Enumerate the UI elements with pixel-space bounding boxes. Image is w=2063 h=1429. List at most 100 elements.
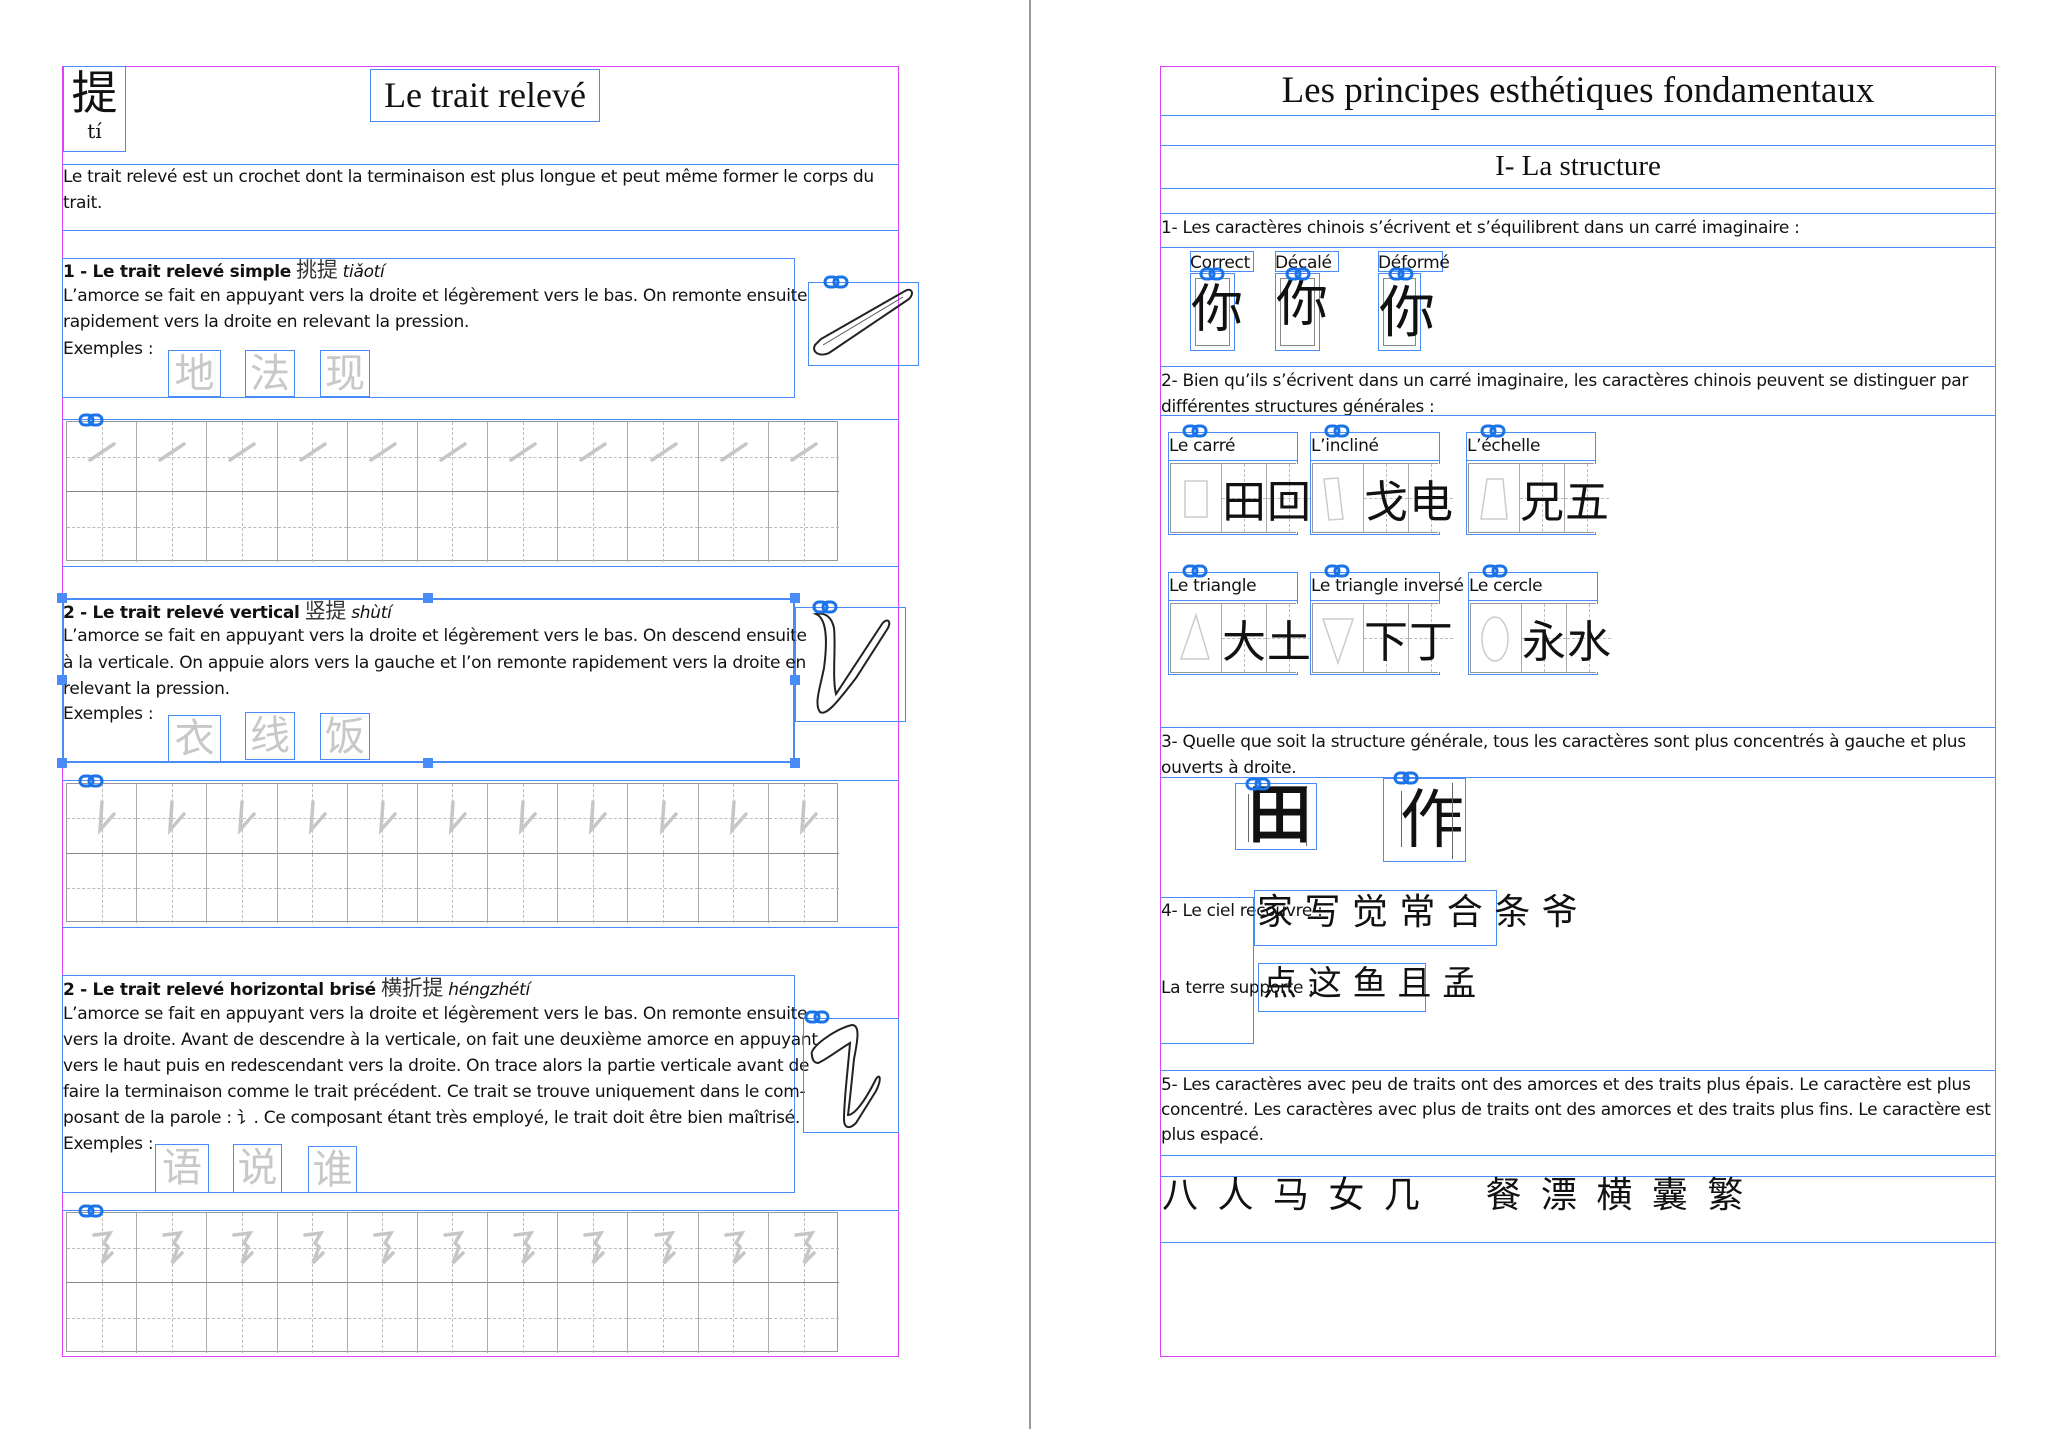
variant-char-box[interactable]: 你 (1378, 273, 1435, 351)
example-char[interactable]: 线 (245, 712, 295, 760)
hanzi-box[interactable]: 提 tí (63, 66, 126, 152)
grid-cell[interactable] (67, 853, 138, 923)
grid-cell[interactable] (698, 853, 769, 923)
structure-box[interactable]: Le carré 田 回 (1168, 432, 1311, 535)
grid-cell[interactable] (417, 784, 489, 854)
grid-cell[interactable] (277, 784, 348, 854)
structure-box[interactable]: L’incliné 戈 电 (1310, 432, 1453, 535)
grid-cell[interactable] (698, 784, 769, 854)
example-char[interactable]: 现 (320, 350, 370, 397)
grid-cell[interactable] (488, 1213, 559, 1283)
variant-char-box[interactable]: 你 (1190, 273, 1243, 351)
grid-cell[interactable] (417, 853, 489, 923)
grid-cell[interactable] (277, 492, 348, 562)
grid-cell[interactable] (347, 1283, 418, 1353)
grid-cell[interactable] (768, 1283, 839, 1353)
grid-cell[interactable] (698, 1213, 769, 1283)
resize-handle[interactable] (423, 758, 433, 768)
grid-cell[interactable] (347, 1213, 418, 1283)
resize-handle[interactable] (790, 758, 800, 768)
grid-cell[interactable] (558, 1283, 629, 1353)
grid-cell[interactable] (628, 422, 699, 492)
grid-cell[interactable] (628, 853, 699, 923)
grid-cell[interactable] (67, 492, 138, 562)
grid-cell[interactable] (67, 422, 138, 492)
grid-cell[interactable] (417, 422, 489, 492)
structure-box[interactable]: Le cercle 永 水 (1468, 572, 1611, 675)
grid-cell[interactable] (768, 853, 839, 923)
grid-cell[interactable] (207, 853, 278, 923)
grid-cell[interactable] (698, 492, 769, 562)
grid-cell[interactable] (768, 422, 839, 492)
grid-cell[interactable] (628, 1283, 699, 1353)
grid-cell[interactable] (558, 422, 629, 492)
grid-cell[interactable] (67, 1213, 138, 1283)
grid-cell[interactable] (277, 1283, 348, 1353)
grid-cell[interactable] (67, 784, 138, 854)
example-char[interactable]: 衣 (168, 715, 221, 763)
grid-cell[interactable] (768, 1213, 839, 1283)
grid-cell[interactable] (417, 1283, 489, 1353)
grid-cell[interactable] (347, 492, 418, 562)
grid-cell[interactable] (488, 1283, 559, 1353)
grid-cell[interactable] (558, 853, 629, 923)
stroke-image-frame[interactable] (803, 1018, 899, 1133)
grid-cell[interactable] (277, 1213, 348, 1283)
structure-box[interactable]: Le triangle 大 土 (1168, 572, 1311, 675)
grid-cell[interactable] (137, 1283, 208, 1353)
structure-box[interactable]: Le triangle inversé 下 丁 (1310, 572, 1464, 675)
resize-handle[interactable] (57, 758, 67, 768)
grid-cell[interactable] (558, 1213, 629, 1283)
grid-cell[interactable] (207, 1213, 278, 1283)
grid-cell[interactable] (137, 422, 208, 492)
example-char[interactable]: 谁 (308, 1146, 357, 1193)
example-char[interactable]: 地 (168, 350, 221, 397)
grid-cell[interactable] (698, 1283, 769, 1353)
stroke-image-frame[interactable] (795, 607, 906, 722)
grid-cell[interactable] (417, 492, 489, 562)
grid-cell[interactable] (347, 853, 418, 923)
grid-cell[interactable] (137, 492, 208, 562)
grid-cell[interactable] (137, 853, 208, 923)
example-char[interactable]: 语 (155, 1144, 209, 1193)
grid-cell[interactable] (347, 784, 418, 854)
variant-char-box[interactable]: 你 (1275, 273, 1328, 351)
concentration-char-box[interactable]: 作 (1383, 778, 1466, 862)
grid-cell[interactable] (768, 784, 839, 854)
grid-cell[interactable] (207, 784, 278, 854)
grid-cell[interactable] (347, 422, 418, 492)
resize-handle[interactable] (423, 593, 433, 603)
grid-cell[interactable] (558, 784, 629, 854)
grid-cell[interactable] (137, 1213, 208, 1283)
grid-cell[interactable] (488, 853, 559, 923)
grid-cell[interactable] (207, 422, 278, 492)
practice-grid-1[interactable] (66, 421, 839, 562)
structure-box[interactable]: L’échelle 兄 五 (1466, 432, 1609, 535)
grid-cell[interactable] (628, 1213, 699, 1283)
grid-cell[interactable] (417, 1213, 489, 1283)
grid-cell[interactable] (628, 784, 699, 854)
grid-cell[interactable] (277, 422, 348, 492)
grid-cell[interactable] (768, 492, 839, 562)
grid-cell[interactable] (698, 422, 769, 492)
practice-grid-3[interactable] (66, 1212, 839, 1353)
concentration-char-box[interactable]: 田 (1235, 780, 1317, 852)
sky-chars-box[interactable]: 家 写 觉 常 合 条 爷 (1254, 890, 1578, 946)
stroke-image-frame[interactable] (808, 282, 919, 366)
grid-cell[interactable] (207, 1283, 278, 1353)
grid-cell[interactable] (488, 784, 559, 854)
grid-cell[interactable] (67, 1283, 138, 1353)
resize-handle[interactable] (790, 593, 800, 603)
example-char[interactable]: 饭 (320, 713, 370, 760)
grid-cell[interactable] (558, 492, 629, 562)
grid-cell[interactable] (488, 492, 559, 562)
grid-cell[interactable] (277, 853, 348, 923)
grid-cell[interactable] (488, 422, 559, 492)
grid-cell[interactable] (137, 784, 208, 854)
example-char[interactable]: 说 (233, 1144, 282, 1193)
practice-grid-2[interactable] (66, 783, 839, 923)
grid-cell[interactable] (207, 492, 278, 562)
earth-chars-box[interactable]: 点 这 鱼 且 孟 (1258, 963, 1476, 1012)
example-char[interactable]: 法 (245, 350, 295, 397)
grid-cell[interactable] (628, 492, 699, 562)
